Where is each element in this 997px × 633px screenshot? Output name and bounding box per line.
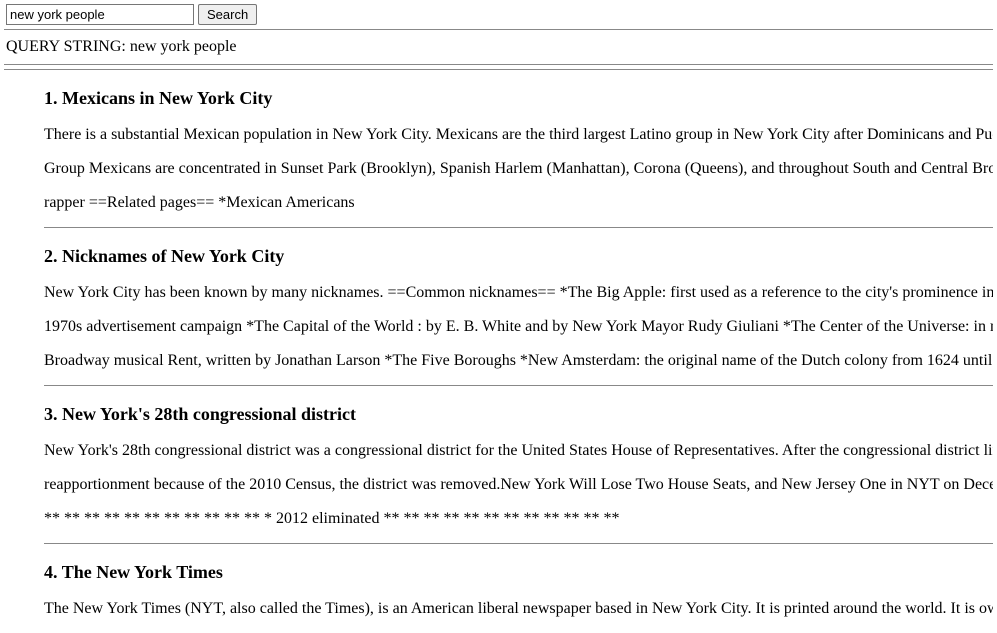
result-rank: 1. (44, 88, 58, 108)
result-title-text: Mexicans in New York City (62, 88, 272, 108)
search-button[interactable]: Search (198, 4, 257, 25)
result-snippet-line: New York City has been known by many nic… (44, 283, 993, 303)
result-rank: 4. (44, 562, 58, 582)
result-snippet-line: ** ** ** ** ** ** ** ** ** ** ** * 2012 … (44, 509, 993, 529)
divider (4, 69, 993, 70)
divider (44, 227, 993, 228)
result-rank: 2. (44, 246, 58, 266)
query-string-value: new york people (130, 38, 237, 55)
result-title: 2. Nicknames of New York City (44, 246, 993, 267)
search-form: Search (6, 4, 991, 25)
result-title-text: The New York Times (62, 562, 223, 582)
search-result: 2. Nicknames of New York City New York C… (44, 246, 993, 386)
result-rank: 3. (44, 404, 58, 424)
result-snippet-line: New York's 28th congressional district w… (44, 441, 993, 461)
result-snippet-line: There is a substantial Mexican populatio… (44, 125, 993, 145)
result-title: 1. Mexicans in New York City (44, 88, 993, 109)
search-input[interactable] (6, 4, 194, 25)
result-snippet-line: rapper ==Related pages== *Mexican Americ… (44, 193, 993, 213)
search-result: 3. New York's 28th congressional distric… (44, 404, 993, 544)
result-snippet-line: 1970s advertisement campaign *The Capita… (44, 317, 993, 337)
result-title: 4. The New York Times (44, 562, 993, 583)
result-snippet-line: reapportionment because of the 2010 Cens… (44, 475, 993, 495)
result-title-text: New York's 28th congressional district (62, 404, 356, 424)
divider (4, 64, 993, 65)
divider (4, 29, 993, 30)
divider (44, 385, 993, 386)
result-title: 3. New York's 28th congressional distric… (44, 404, 993, 425)
query-string-label: QUERY STRING: (6, 38, 126, 55)
query-string-row: QUERY STRING: new york people (6, 38, 991, 56)
result-snippet-line: Group Mexicans are concentrated in Sunse… (44, 159, 993, 179)
result-snippet-line: Broadway musical Rent, written by Jonath… (44, 351, 993, 371)
search-result: 1. Mexicans in New York City There is a … (44, 88, 993, 228)
result-snippet-line: The New York Times (NYT, also called the… (44, 599, 993, 619)
results-container: 1. Mexicans in New York City There is a … (44, 88, 993, 619)
result-title-text: Nicknames of New York City (62, 246, 284, 266)
search-result: 4. The New York Times The New York Times… (44, 562, 993, 619)
divider (44, 543, 993, 544)
